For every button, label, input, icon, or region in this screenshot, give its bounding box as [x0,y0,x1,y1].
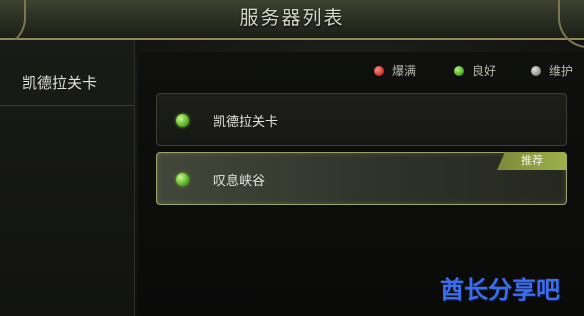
server-item-tanxi[interactable]: 叹息峡谷 推荐 [156,152,567,205]
sidebar-item-label: 凯德拉关卡 [22,74,98,92]
legend-label-maintenance: 维护 [549,64,574,78]
legend-good: 良好 [454,62,496,79]
server-item-kaidela[interactable]: 凯德拉关卡 [156,93,567,146]
red-dot-icon [374,66,384,76]
title-bar: 服务器列表 [0,0,584,48]
legend-label-good: 良好 [472,64,497,78]
watermark: 酋长分享吧 [440,276,560,304]
legend-maintenance: 维护 [531,62,573,79]
window-title: 服务器列表 [239,7,345,29]
green-dot-icon [454,66,464,76]
legend-full: 爆满 [374,62,416,79]
sidebar: 凯德拉关卡 [0,40,135,316]
status-good-icon [176,173,189,186]
status-good-icon [176,114,189,127]
gray-dot-icon [531,66,541,76]
server-name: 叹息峡谷 [213,174,266,189]
recommended-badge: 推荐 [497,152,567,170]
server-name: 凯德拉关卡 [213,115,279,130]
legend-label-full: 爆满 [392,64,417,78]
sidebar-item-region[interactable]: 凯德拉关卡 [0,56,134,106]
